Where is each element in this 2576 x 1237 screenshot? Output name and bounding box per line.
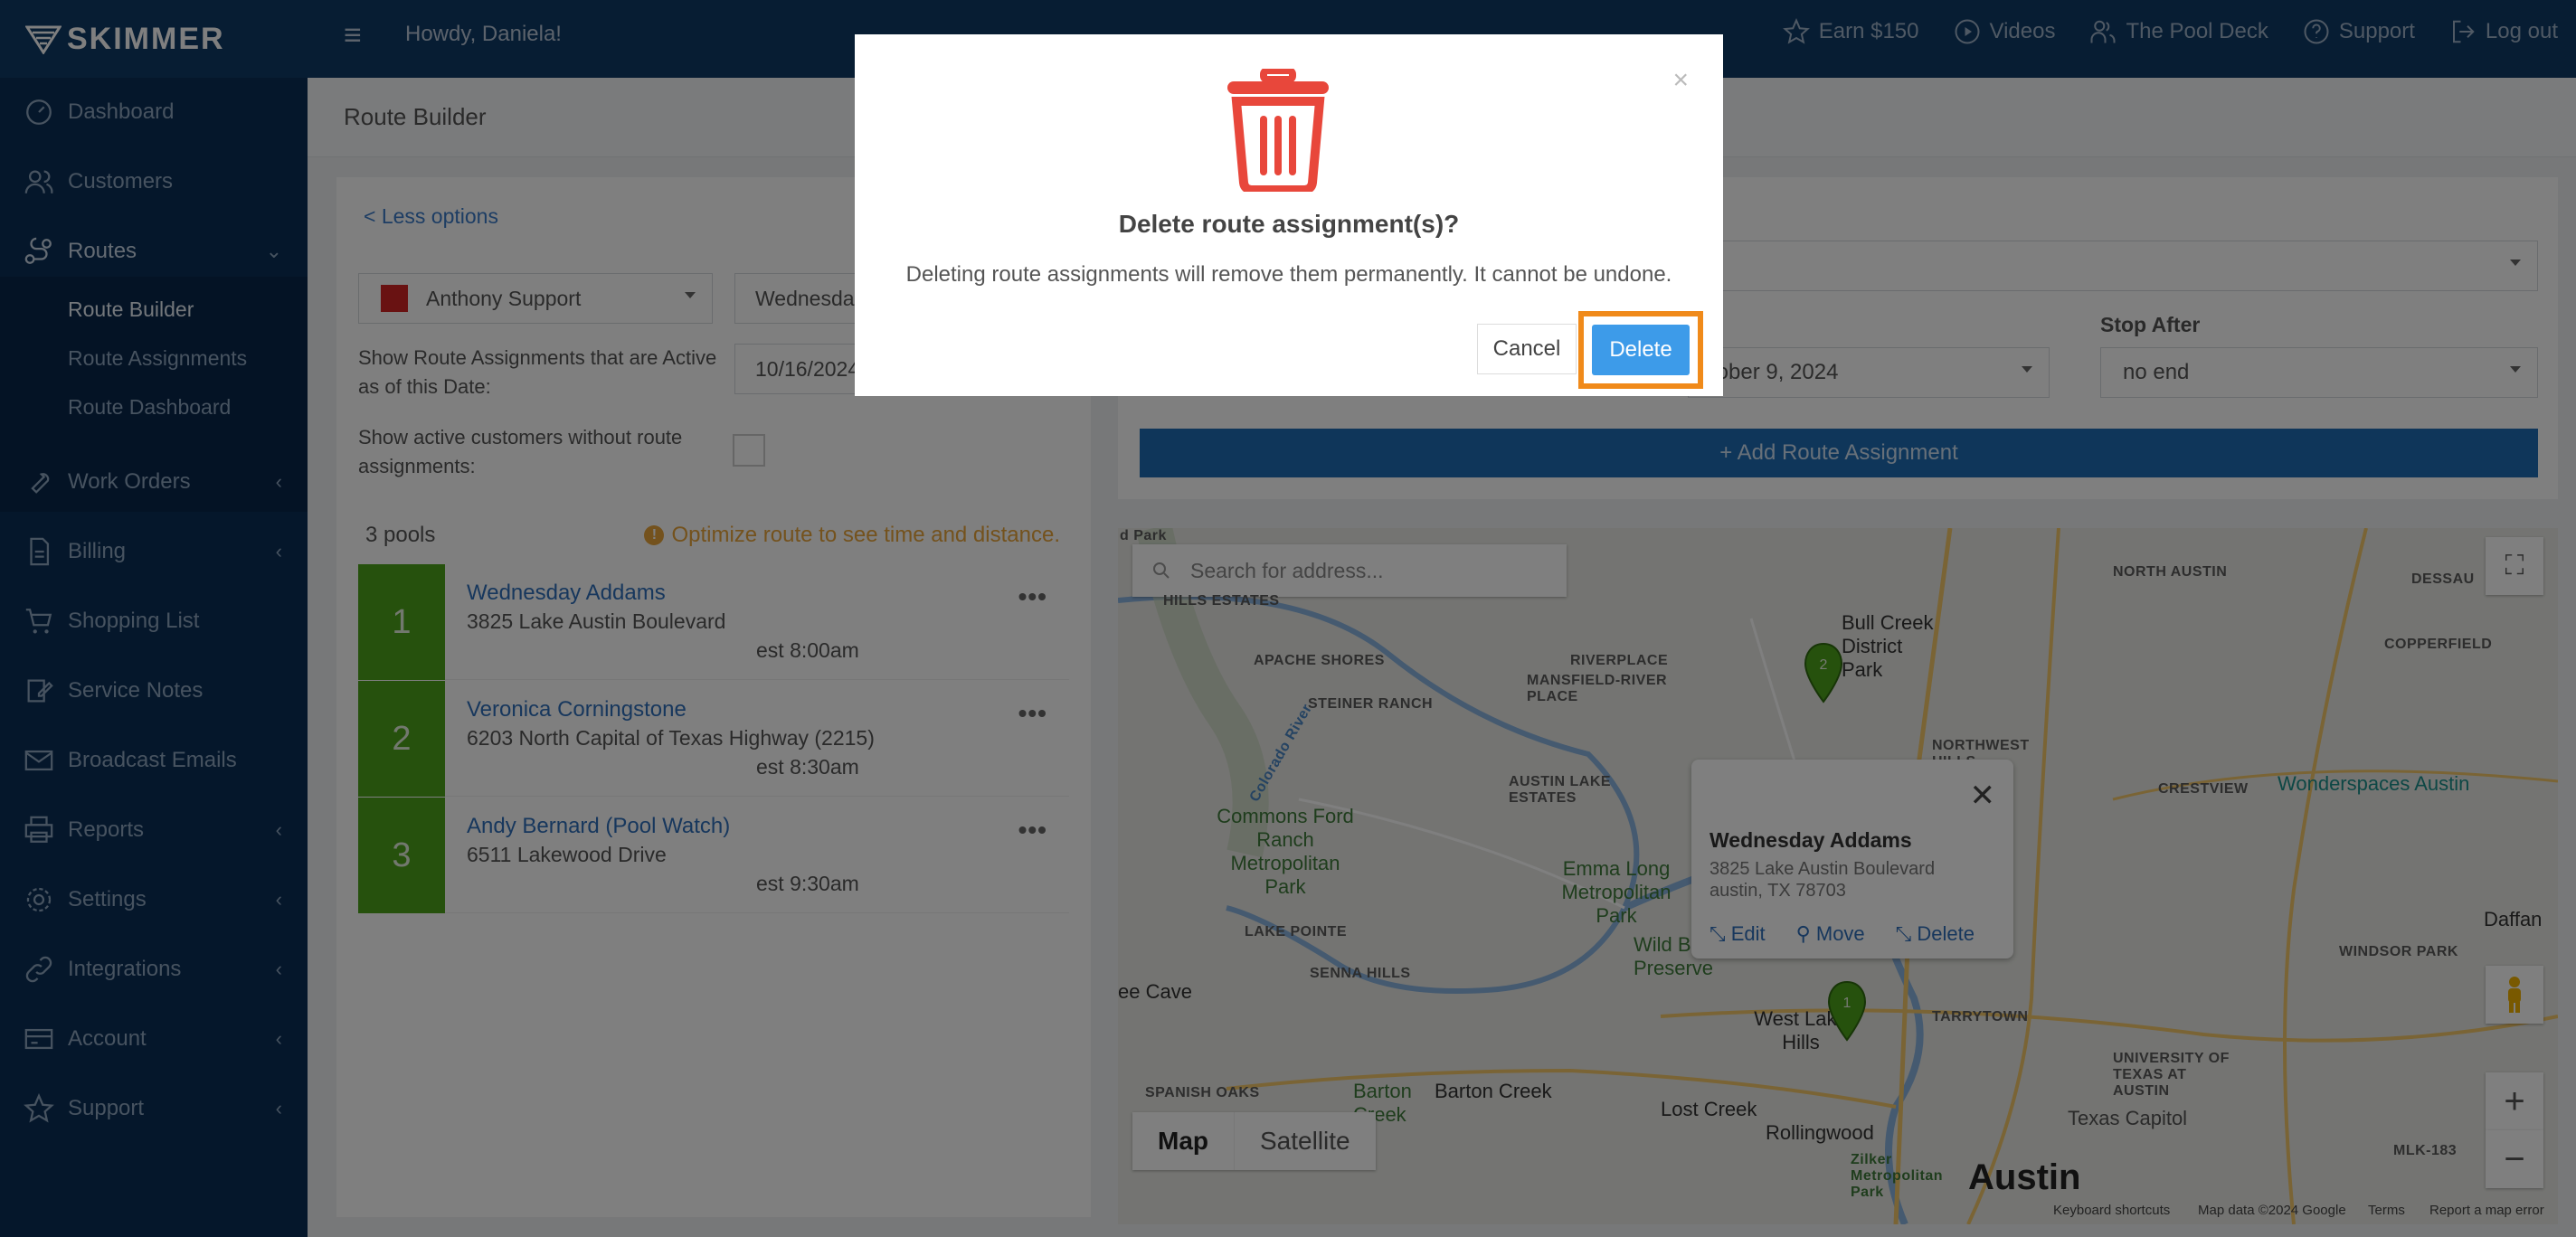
delete-confirm-modal: × Delete route assignment(s)? Deleting r… <box>855 34 1723 396</box>
trash-icon <box>1227 69 1329 192</box>
cancel-button[interactable]: Cancel <box>1477 324 1577 374</box>
modal-title: Delete route assignment(s)? <box>1118 210 1460 238</box>
close-icon[interactable]: × <box>1672 65 1689 96</box>
delete-button-highlight: Delete <box>1578 311 1703 389</box>
delete-button[interactable]: Delete <box>1592 325 1690 375</box>
modal-message: Deleting route assignments will remove t… <box>905 262 1672 287</box>
